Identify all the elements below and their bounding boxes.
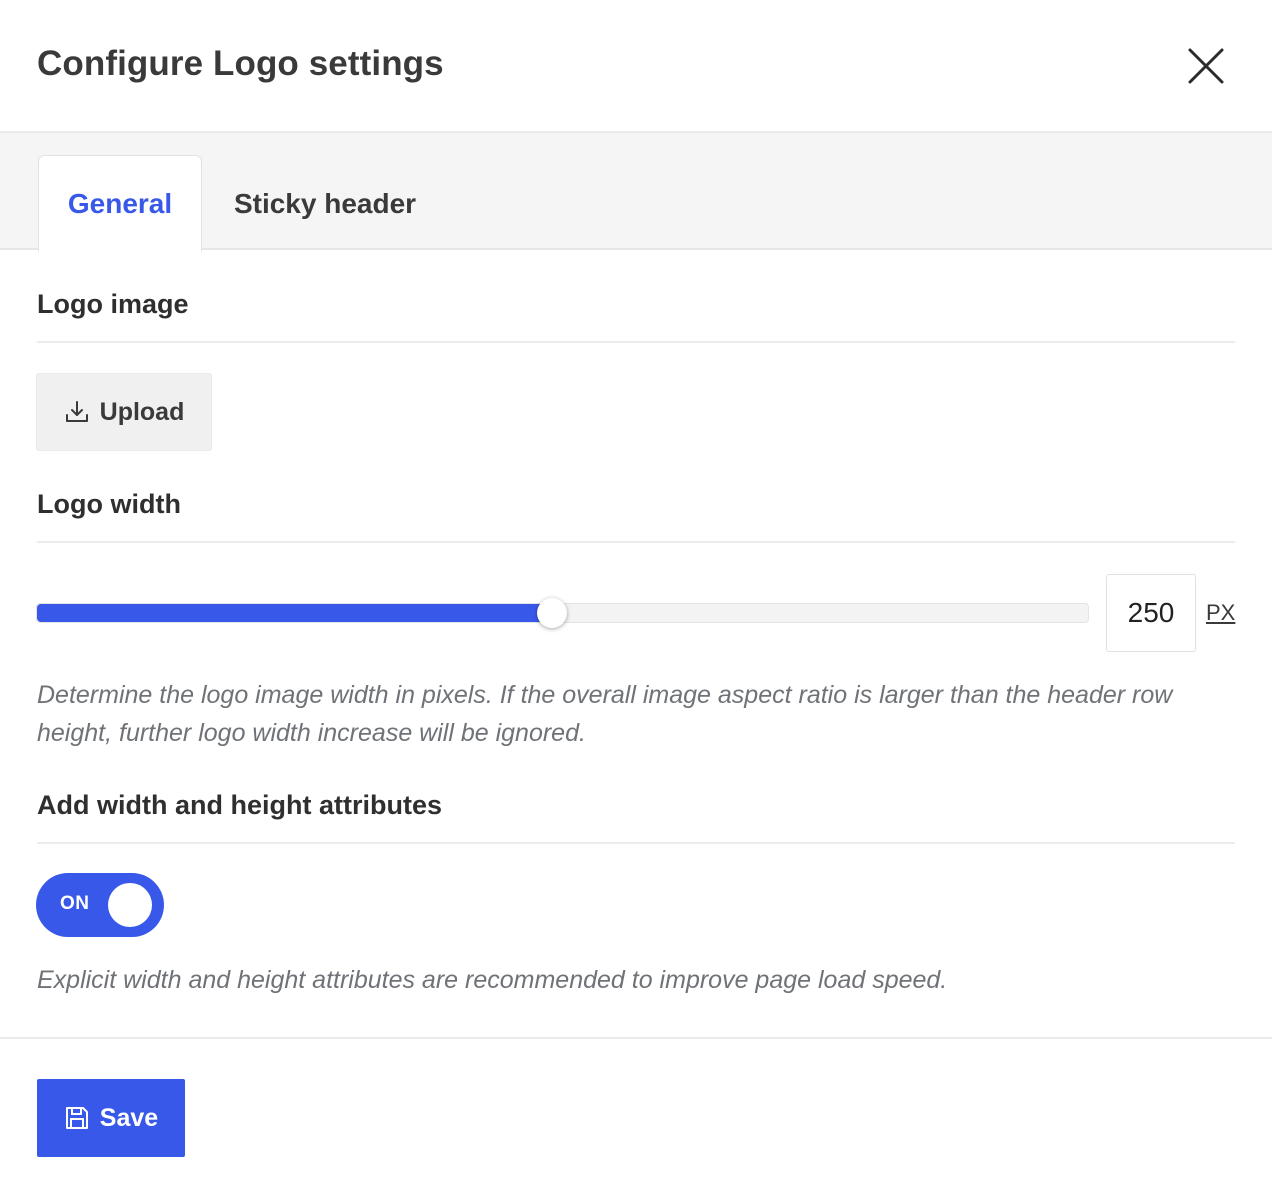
unit-selector[interactable]: PX [1206,600,1235,626]
upload-label: Upload [99,397,185,426]
save-button[interactable]: Save [37,1079,185,1157]
close-icon [1188,48,1224,84]
logo-width-slider[interactable] [36,598,1089,628]
section-divider [37,842,1235,844]
logo-width-input[interactable] [1106,574,1196,652]
slider-fill [37,604,552,622]
attributes-heading: Add width and height attributes [37,790,442,820]
section-divider [37,541,1235,543]
save-label: Save [99,1103,159,1132]
dialog-header: Configure Logo settings [0,0,1272,133]
tab-general[interactable]: General [38,155,202,252]
attributes-help: Explicit width and height attributes are… [37,966,948,994]
toggle-knob [108,883,152,927]
floppy-disk-icon [65,1107,88,1129]
dialog-title: Configure Logo settings [37,44,444,83]
tab-sticky-header[interactable]: Sticky header [210,155,440,252]
logo-image-heading: Logo image [37,289,189,319]
footer-divider [0,1037,1272,1039]
tab-bar: General Sticky header [0,133,1272,252]
close-button[interactable] [1186,46,1226,86]
download-icon [65,401,88,422]
logo-width-heading: Logo width [37,489,181,519]
upload-button[interactable]: Upload [36,373,212,451]
attributes-toggle[interactable]: ON [36,873,164,937]
slider-handle[interactable] [537,598,567,628]
section-divider [37,341,1235,343]
logo-width-help: Determine the logo image width in pixels… [37,681,1173,747]
toggle-label: ON [60,893,90,914]
